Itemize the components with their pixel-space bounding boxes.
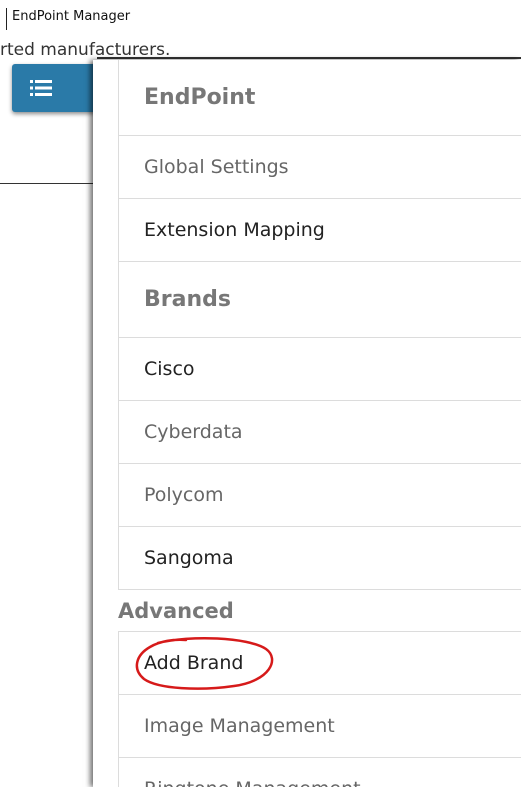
menu-item-brand-cisco[interactable]: Cisco <box>118 338 521 401</box>
menu-header-brands: Brands <box>118 262 521 338</box>
menu-item-image-management[interactable]: Image Management <box>118 695 521 758</box>
endpoint-menu: EndPoint Global Settings Extension Mappi… <box>118 60 521 787</box>
menu-item-brand-polycom[interactable]: Polycom <box>118 464 521 527</box>
title-bar: EndPoint Manager <box>0 0 521 40</box>
menu-item-brand-cyberdata[interactable]: Cyberdata <box>118 401 521 464</box>
window-title: EndPoint Manager <box>12 9 131 24</box>
background-divider <box>0 183 98 184</box>
panel-top-border <box>97 57 521 59</box>
menu-header-endpoint: EndPoint <box>118 60 521 136</box>
background-text-fragment: rted manufacturers. <box>0 41 171 55</box>
menu-item-extension-mapping[interactable]: Extension Mapping <box>118 199 521 262</box>
menu-header-advanced: Advanced <box>118 590 521 632</box>
menu-item-ringtone-management[interactable]: Ringtone Management <box>118 758 521 787</box>
add-brand-label: Add Brand <box>144 652 244 674</box>
list-icon <box>30 80 52 96</box>
add-brand-label-wrap: Add Brand <box>135 636 274 690</box>
menu-item-add-brand[interactable]: Add Brand <box>118 632 521 695</box>
menu-toggle-button[interactable] <box>12 64 98 112</box>
endpoint-side-panel: EndPoint Global Settings Extension Mappi… <box>93 60 521 787</box>
menu-item-brand-sangoma[interactable]: Sangoma <box>118 527 521 590</box>
title-divider <box>6 8 7 30</box>
menu-item-global-settings[interactable]: Global Settings <box>118 136 521 199</box>
